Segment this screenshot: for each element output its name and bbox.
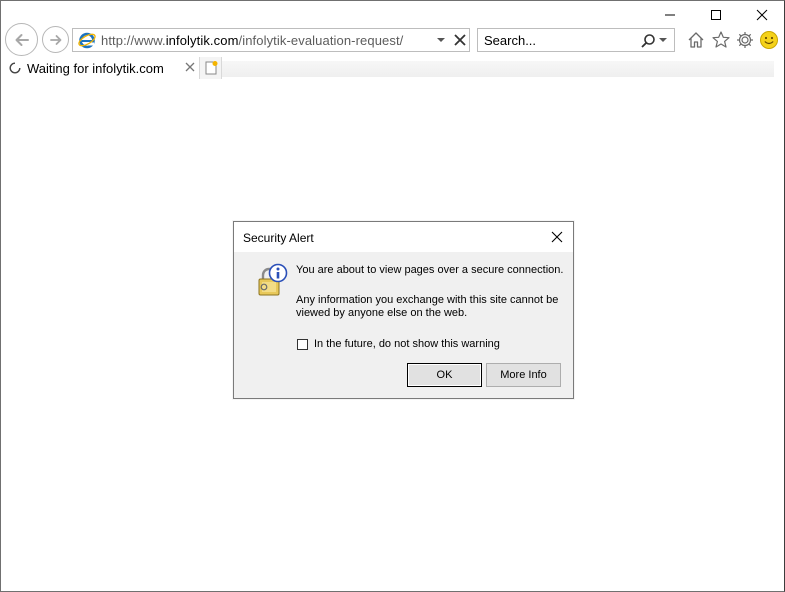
- close-window-button[interactable]: [751, 5, 773, 25]
- feedback-button[interactable]: [758, 29, 780, 51]
- tools-button[interactable]: [734, 29, 756, 51]
- ie-logo-icon: [78, 32, 96, 49]
- favorites-button[interactable]: [710, 29, 732, 51]
- smiley-icon: [760, 31, 778, 49]
- security-alert-dialog: Security Alert You are about to view pag…: [233, 221, 574, 399]
- favorites-star-icon: [712, 31, 730, 48]
- forward-arrow-icon: [49, 34, 61, 45]
- search-box[interactable]: [477, 28, 675, 52]
- dont-show-label: In the future, do not show this warning: [314, 338, 500, 350]
- back-arrow-icon: [15, 33, 29, 46]
- new-tab-icon: [205, 61, 217, 75]
- loading-spinner-icon: [9, 62, 21, 74]
- search-input[interactable]: [484, 32, 624, 48]
- url-text: http://www.infolytik.com/infolytik-evalu…: [101, 32, 404, 48]
- maximize-button[interactable]: [705, 5, 727, 25]
- address-dropdown-icon[interactable]: [435, 34, 447, 46]
- more-info-button[interactable]: More Info: [486, 363, 561, 387]
- maximize-icon: [711, 10, 721, 20]
- tab-strip: Waiting for infolytik.com: [1, 57, 784, 79]
- ok-button[interactable]: OK: [407, 363, 482, 387]
- tab-strip-empty-area: [222, 61, 774, 77]
- tab-label: Waiting for infolytik.com: [27, 60, 164, 76]
- close-icon: [756, 9, 768, 21]
- lock-info-icon: [258, 263, 288, 296]
- home-button[interactable]: [685, 29, 707, 51]
- dont-show-row[interactable]: In the future, do not show this warning: [297, 338, 500, 350]
- forward-button[interactable]: [42, 26, 69, 53]
- stop-icon[interactable]: [453, 33, 467, 47]
- message-secondary: Any information you exchange with this s…: [296, 294, 559, 319]
- tab-active[interactable]: Waiting for infolytik.com: [1, 57, 200, 79]
- home-icon: [688, 32, 704, 48]
- back-button[interactable]: [5, 23, 38, 56]
- dont-show-checkbox[interactable]: [297, 338, 308, 350]
- minimize-icon: [665, 14, 675, 16]
- dialog-title: Security Alert: [243, 231, 314, 245]
- dialog-close-icon[interactable]: [550, 230, 564, 244]
- message-primary: You are about to view pages over a secur…: [296, 264, 564, 276]
- search-dropdown-icon[interactable]: [658, 35, 668, 45]
- new-tab-button[interactable]: [200, 57, 222, 79]
- browser-window: http://www.infolytik.com/infolytik-evalu…: [0, 0, 785, 592]
- address-bar[interactable]: http://www.infolytik.com/infolytik-evalu…: [72, 28, 470, 52]
- dialog-body: You are about to view pages over a secur…: [234, 252, 573, 398]
- gear-icon: [737, 32, 753, 48]
- tab-close-icon[interactable]: [184, 61, 196, 73]
- minimize-button[interactable]: [659, 5, 681, 25]
- search-icon[interactable]: [640, 33, 656, 49]
